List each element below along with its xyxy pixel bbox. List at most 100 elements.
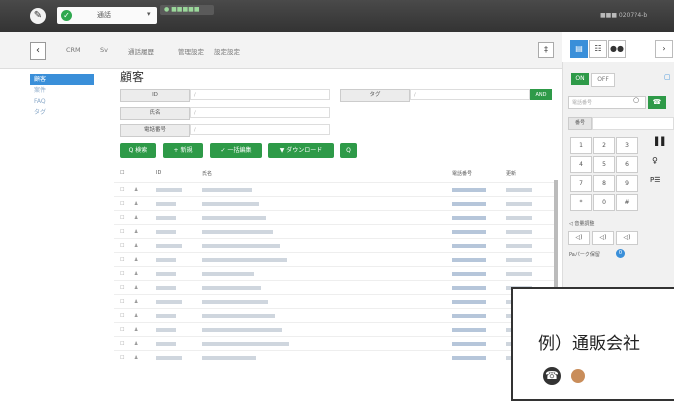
name-input[interactable]: ∕: [190, 107, 330, 118]
scrollbar[interactable]: [554, 180, 558, 290]
user-icon: ♟: [134, 313, 139, 319]
select-all-checkbox[interactable]: ☐: [120, 170, 124, 176]
id-cell: [156, 258, 176, 262]
table-row[interactable]: ☐ ♟: [114, 322, 554, 337]
sidebar-item-tag[interactable]: タグ: [30, 107, 94, 118]
tab-crm[interactable]: CRM: [66, 46, 81, 54]
table-row[interactable]: ☐ ♟: [114, 294, 554, 309]
volume-key-1[interactable]: ◁): [568, 231, 590, 245]
sidebar-item-faq[interactable]: FAQ: [30, 96, 94, 107]
chevron-right-icon[interactable]: ›: [655, 40, 673, 58]
phone-cell: [452, 314, 486, 318]
table-row[interactable]: ☐ ♟: [114, 224, 554, 239]
chat-icon[interactable]: ●●: [608, 40, 626, 58]
table-row[interactable]: ☐ ♟: [114, 336, 554, 351]
id-cell: [156, 272, 176, 276]
id-cell: [156, 286, 176, 290]
keypad-key[interactable]: 3: [616, 137, 638, 154]
pin-button[interactable]: ‡: [538, 42, 554, 58]
table-row[interactable]: ☐ ♟: [114, 196, 554, 211]
transfer-icon[interactable]: ♀: [652, 156, 670, 165]
keypad-key[interactable]: 4: [570, 156, 592, 173]
checkbox[interactable]: ☐: [120, 187, 124, 193]
list-icon[interactable]: ▤: [570, 40, 588, 58]
checkbox[interactable]: ☐: [120, 299, 124, 305]
checkbox[interactable]: ☐: [120, 341, 124, 347]
tab-sv[interactable]: Sv: [100, 46, 108, 54]
keypad-key[interactable]: 5: [593, 156, 615, 173]
user-info[interactable]: ■■■ 0207?4-b: [600, 12, 670, 20]
header-phone[interactable]: 電話番号: [452, 170, 472, 177]
keypad-key[interactable]: 7: [570, 175, 592, 192]
table-row[interactable]: ☐ ♟: [114, 182, 554, 197]
user-icon: ♟: [134, 355, 139, 361]
phone-cell: [452, 328, 486, 332]
hold-icon[interactable]: ▐▐: [652, 137, 670, 146]
on-button[interactable]: ON: [571, 73, 589, 85]
and-button[interactable]: AND: [530, 89, 552, 100]
tab-call-history[interactable]: 通話履歴: [128, 46, 154, 56]
keypad-key[interactable]: 8: [593, 175, 615, 192]
lock-icon[interactable]: ▢: [664, 73, 671, 81]
header-updated[interactable]: 更新: [506, 170, 516, 177]
clear-icon[interactable]: ○: [633, 96, 639, 104]
keypad-key[interactable]: 0: [593, 194, 615, 211]
tab-management[interactable]: 管理設定: [178, 46, 204, 56]
keypad-key[interactable]: #: [616, 194, 638, 211]
person-icon: [571, 369, 585, 383]
call-button[interactable]: ☎: [648, 96, 666, 109]
table-row[interactable]: ☐ ♟: [114, 280, 554, 295]
download-button[interactable]: ▼ ダウンロード: [268, 143, 334, 158]
add-button[interactable]: + 新規: [163, 143, 203, 158]
search-icon[interactable]: Q: [340, 143, 357, 158]
sidebar-item-customer[interactable]: 顧客: [30, 74, 94, 85]
tab-settings[interactable]: 設定設定: [214, 46, 240, 56]
user-icon: ♟: [134, 187, 139, 193]
table-row[interactable]: ☐ ♟: [114, 350, 554, 365]
keypad-key[interactable]: 2: [593, 137, 615, 154]
off-button[interactable]: OFF: [591, 73, 615, 87]
checkbox[interactable]: ☐: [120, 355, 124, 361]
volume-key-2[interactable]: ◁): [592, 231, 614, 245]
checkbox[interactable]: ☐: [120, 215, 124, 221]
table-row[interactable]: ☐ ♟: [114, 308, 554, 323]
volume-key-3[interactable]: ◁): [616, 231, 638, 245]
phone-label: 電話番号: [120, 124, 190, 137]
status-select[interactable]: ✓ 通話 ▾: [57, 7, 157, 24]
checkbox[interactable]: ☐: [120, 327, 124, 333]
table-row[interactable]: ☐ ♟: [114, 266, 554, 281]
keypad-key[interactable]: 1: [570, 137, 592, 154]
user-icon: ♟: [134, 243, 139, 249]
search-button[interactable]: Q 検索: [120, 143, 156, 158]
keypad-key[interactable]: 9: [616, 175, 638, 192]
id-input[interactable]: ∕: [190, 89, 330, 100]
checkbox[interactable]: ☐: [120, 229, 124, 235]
table-row[interactable]: ☐ ♟: [114, 210, 554, 225]
updated-cell: [506, 230, 532, 234]
checkbox[interactable]: ☐: [120, 243, 124, 249]
sidebar-item-case[interactable]: 案件: [30, 85, 94, 96]
table-row[interactable]: ☐ ♟: [114, 252, 554, 267]
keypad-key[interactable]: 6: [616, 156, 638, 173]
header-id[interactable]: ID: [156, 170, 161, 176]
phone-cell: [452, 258, 486, 262]
keypad-key[interactable]: *: [570, 194, 592, 211]
contacts-icon[interactable]: ☷: [589, 40, 607, 58]
bulk-edit-button[interactable]: ✓ 一括編集: [210, 143, 262, 158]
updated-cell: [506, 258, 532, 262]
checkbox[interactable]: ☐: [120, 285, 124, 291]
checkbox[interactable]: ☐: [120, 257, 124, 263]
phone-cell: [452, 300, 486, 304]
table-row[interactable]: ☐ ♟: [114, 238, 554, 253]
park-icon[interactable]: P☰: [650, 176, 672, 184]
tag-input[interactable]: ∕: [410, 89, 530, 100]
phone-input[interactable]: ∕: [190, 124, 330, 135]
checkbox[interactable]: ☐: [120, 313, 124, 319]
number-select[interactable]: [592, 117, 674, 130]
status-label: 通話: [97, 11, 111, 19]
checkbox[interactable]: ☐: [120, 271, 124, 277]
checkbox[interactable]: ☐: [120, 201, 124, 207]
name-cell: [202, 356, 256, 360]
header-name[interactable]: 氏名: [202, 170, 212, 177]
back-button[interactable]: ‹: [30, 42, 46, 60]
